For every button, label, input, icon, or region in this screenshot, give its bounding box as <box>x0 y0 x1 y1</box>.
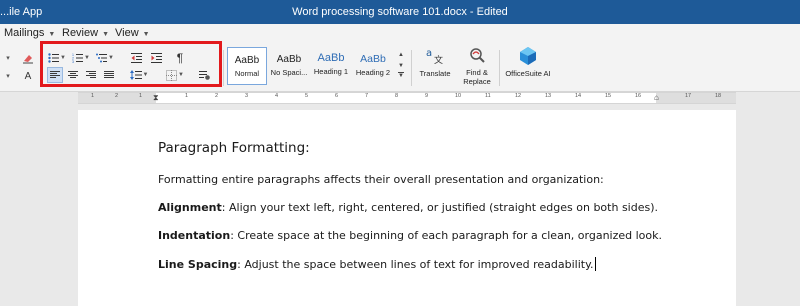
ruler-label: 12 <box>515 93 522 99</box>
expand-styles-icon[interactable]: ▼ <box>398 72 404 79</box>
ai-sparkle-icon <box>503 45 553 67</box>
menu-review[interactable]: Review ▼ <box>62 27 109 39</box>
ruler-label: 4 <box>275 93 279 99</box>
ruler-label: 1 <box>139 93 143 99</box>
ruler-label: 1 <box>91 93 95 99</box>
ruler-label: 15 <box>605 93 612 99</box>
ruler-label: 2 <box>215 93 219 99</box>
menu-mailings[interactable]: Mailings ▼ <box>4 27 55 39</box>
clear-formatting-button[interactable] <box>20 50 36 66</box>
ruler-label: 16 <box>635 93 642 99</box>
document-title: Word processing software 101.docx - Edit… <box>292 6 508 18</box>
horizontal-ruler[interactable]: 1 2 1 ⧗ 1 2 3 4 5 6 7 8 9 10 11 12 13 14… <box>78 92 736 104</box>
ruler-label: 13 <box>545 93 552 99</box>
document-intro: Formatting entire paragraphs affects the… <box>158 173 604 186</box>
svg-text:a: a <box>426 48 432 59</box>
scroll-down-icon[interactable]: ▼ <box>396 61 406 72</box>
item-text: : Align your text left, right, centered,… <box>221 201 658 214</box>
menu-view[interactable]: View ▼ <box>115 27 150 39</box>
item-term: Alignment <box>158 201 222 214</box>
translate-icon: a文 <box>417 45 453 67</box>
eraser-icon <box>23 55 33 64</box>
style-normal[interactable]: AaBb Normal <box>227 47 267 85</box>
officesuite-ai-button[interactable]: OfficeSuite AI <box>503 45 553 78</box>
scroll-up-icon[interactable]: ▲ <box>396 50 406 61</box>
ruler-label: 2 <box>115 93 119 99</box>
ruler-label: 8 <box>395 93 399 99</box>
ruler-label: 1 <box>185 93 189 99</box>
list-item: Indentation: Create space at the beginni… <box>158 229 662 242</box>
list-item: Alignment: Align your text left, right, … <box>158 201 658 214</box>
text-effects-button[interactable]: A <box>20 68 36 84</box>
style-no-spacing[interactable]: AaBb No Spaci... <box>268 47 310 85</box>
ruler-label: 5 <box>305 93 309 99</box>
svg-text:文: 文 <box>434 54 443 66</box>
ruler-right-margin <box>656 93 736 103</box>
style-heading-1[interactable]: AaBb Heading 1 <box>310 47 352 85</box>
ribbon-separator <box>223 50 224 86</box>
text-effects-icon: A <box>24 70 32 82</box>
translate-button[interactable]: a文 Translate <box>417 45 453 78</box>
ruler-label: 6 <box>335 93 339 99</box>
chevron-down-icon: ▼ <box>102 31 110 38</box>
ruler-label: 10 <box>455 93 462 99</box>
partial-dropdown-2[interactable]: ▾ <box>0 68 16 84</box>
find-replace-button[interactable]: Find & Replace <box>459 45 495 86</box>
item-term: Line Spacing <box>158 258 238 271</box>
menu-bar: Mailings ▼ Review ▼ View ▼ <box>0 24 800 42</box>
paragraph-group-highlight <box>40 41 222 87</box>
list-item: Line Spacing: Adjust the space between l… <box>158 257 596 271</box>
document-heading: Paragraph Formatting: <box>158 140 310 156</box>
ruler-label: 7 <box>365 93 369 99</box>
ribbon-separator <box>411 50 412 86</box>
right-indent-marker[interactable]: ⌂ <box>654 93 659 103</box>
partial-dropdown[interactable]: ▾ <box>0 50 16 66</box>
ribbon-separator <box>499 50 500 86</box>
document-page[interactable]: Paragraph Formatting: Formatting entire … <box>78 110 736 306</box>
ruler-label: 3 <box>245 93 249 99</box>
find-replace-icon <box>459 45 495 67</box>
item-text: : Create space at the beginning of each … <box>230 229 662 242</box>
item-term: Indentation <box>158 229 231 242</box>
styles-scroll[interactable]: ▲ ▼ ▼ <box>396 50 406 84</box>
chevron-down-icon: ▼ <box>142 31 150 38</box>
ruler-label: 11 <box>485 93 491 99</box>
ruler-label: 9 <box>425 93 429 99</box>
ruler-label: 18 <box>715 93 722 99</box>
style-heading-2[interactable]: AaBb Heading 2 <box>352 47 394 85</box>
ruler-label: 17 <box>685 93 692 99</box>
text-cursor <box>594 257 596 271</box>
indent-marker[interactable]: ⧗ <box>153 93 159 103</box>
item-text: : Adjust the space between lines of text… <box>237 258 594 271</box>
title-bar: ...ile App Word processing software 101.… <box>0 0 800 24</box>
chevron-down-icon: ▼ <box>48 31 56 38</box>
ruler-label: 14 <box>575 93 582 99</box>
